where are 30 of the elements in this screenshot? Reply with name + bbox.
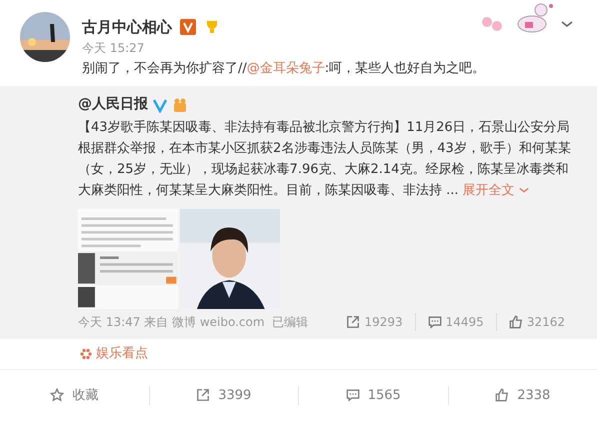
- expand-link[interactable]: 展开全文: [462, 183, 515, 198]
- post-time[interactable]: 今天 15:27: [82, 38, 486, 56]
- comment-icon: [428, 315, 442, 329]
- mention-link[interactable]: @金耳朵兔子: [246, 60, 325, 76]
- action-button[interactable]: 收藏: [50, 386, 98, 405]
- share-icon: [346, 315, 360, 329]
- stat-count[interactable]: 19293: [364, 313, 403, 331]
- repost-text: 【43岁歌手陈某因吸毒、非法持有毒品被北京警方行拘】11月26日，石景山公安分局根据群众举报，在本市某小区抓获2名涉毒违法人员陈某（男，43岁，歌手）和何某某（女，25岁，无业），现场起获冰毒7.96克、大麻2.14克。经尿检，陈某呈冰毒类和大麻类阳性，何某某呈大麻类阳性。目前，陈某因吸毒、非法持 ... 展开全文: [78, 119, 572, 200]
- verified-icon: [152, 96, 168, 112]
- author-name[interactable]: 古月中心相心: [82, 16, 172, 38]
- topic-link[interactable]: 娱乐看点: [96, 344, 148, 364]
- topic-icon: [80, 348, 92, 360]
- star-icon: [50, 388, 64, 402]
- chevron-down-icon[interactable]: [518, 185, 529, 196]
- thumbs-up-icon: [495, 388, 510, 402]
- share-icon: [196, 388, 210, 402]
- post-text: 别闹了，不会再为你扩容了//@金耳朵兔子:呵，某些人也好自为之吧。: [82, 60, 486, 78]
- action-button[interactable]: 3399: [196, 386, 252, 405]
- trophy-icon: [204, 19, 220, 36]
- stat-count[interactable]: 32162: [526, 313, 565, 331]
- stat-count[interactable]: 14495: [446, 313, 484, 331]
- action-button[interactable]: 2338: [495, 386, 550, 405]
- action-button[interactable]: 1565: [346, 386, 401, 405]
- verified-badge-icon: [180, 19, 196, 36]
- thumbs-up-icon: [508, 315, 523, 329]
- avatar[interactable]: [20, 12, 70, 62]
- repost-author[interactable]: @人民日报: [78, 94, 148, 115]
- repost-meta: 今天 13:47 来自 微博 weibo.com 已编辑: [78, 314, 308, 331]
- badge-icon: [172, 96, 188, 112]
- comment-icon: [346, 388, 360, 402]
